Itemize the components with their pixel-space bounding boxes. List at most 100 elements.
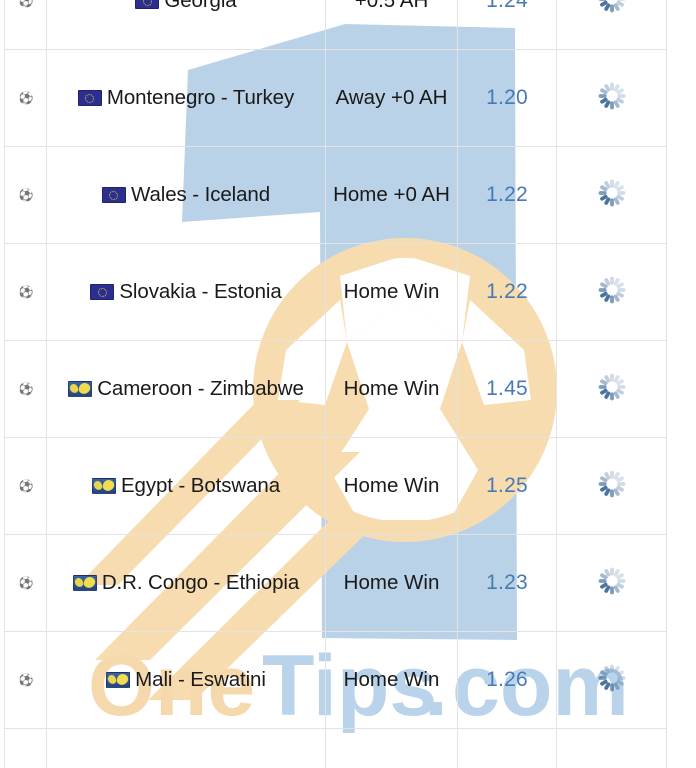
odds-value: 1.26 <box>486 668 528 691</box>
eu-flag-icon <box>90 284 115 301</box>
tip-cell: Home <box>325 728 458 768</box>
loading-spinner-icon <box>597 567 627 600</box>
odds-cell: 1.45 <box>457 340 557 438</box>
match-label: Georgia <box>164 0 237 13</box>
soccer-ball-icon: ⚽ <box>18 576 34 590</box>
soccer-ball-icon: ⚽ <box>18 673 34 687</box>
match-cell[interactable]: Egypt - Botswana <box>46 437 326 535</box>
table-row[interactable]: ⚽ Egypt - Botswana Home Win 1.25 <box>4 437 667 535</box>
status-cell <box>556 631 667 729</box>
odds-cell <box>457 728 557 768</box>
odds-cell: 1.22 <box>457 146 557 244</box>
loading-spinner-icon <box>597 0 627 18</box>
tip-cell: Away +0 AH <box>325 49 458 147</box>
sport-cell: ⚽ <box>4 437 47 535</box>
odds-value: 1.25 <box>486 474 528 497</box>
table-row[interactable]: ⚽ Wales - Iceland Home +0 AH 1.22 <box>4 146 667 244</box>
match-cell[interactable]: D.R. Congo - Ethiopia <box>46 534 326 632</box>
world-map-flag-icon <box>91 478 116 495</box>
loading-spinner-icon <box>597 82 627 115</box>
match-cell[interactable]: Wales - Iceland <box>46 146 326 244</box>
soccer-ball-icon: ⚽ <box>18 382 34 396</box>
odds-cell: 1.20 <box>457 49 557 147</box>
table-row[interactable]: ⚽ Slovakia - Estonia Home Win 1.22 <box>4 243 667 341</box>
tip-label: Home Win <box>343 570 440 594</box>
table-row[interactable]: ⚽South Africa - South Home <box>4 728 667 768</box>
odds-cell: 1.24 <box>457 0 557 50</box>
soccer-ball-icon: ⚽ <box>18 188 34 202</box>
match-cell[interactable]: Slovakia - Estonia <box>46 243 326 341</box>
tips-list-page: One Tips . com ⚽ Georgia +0.5 AH 1.24 ⚽ Monte… <box>0 0 696 768</box>
status-cell <box>556 49 667 147</box>
tip-label: Home Win <box>343 667 440 691</box>
table-row[interactable]: ⚽ D.R. Congo - Ethiopia Home Win 1.23 <box>4 534 667 632</box>
table-row[interactable]: ⚽ Montenegro - Turkey Away +0 AH 1.20 <box>4 49 667 147</box>
world-map-flag-icon <box>106 672 131 689</box>
sport-cell: ⚽ <box>4 340 47 438</box>
table-row[interactable]: ⚽ Georgia +0.5 AH 1.24 <box>4 0 667 50</box>
odds-value: 1.24 <box>486 0 528 12</box>
world-map-flag-icon <box>68 381 93 398</box>
world-map-flag-icon <box>72 575 97 592</box>
status-cell <box>556 243 667 341</box>
match-label: D.R. Congo - Ethiopia <box>101 571 300 595</box>
status-cell <box>556 146 667 244</box>
tip-label: Home +0 AH <box>333 182 450 206</box>
status-cell <box>556 0 667 50</box>
odds-cell: 1.26 <box>457 631 557 729</box>
sport-cell: ⚽ <box>4 534 47 632</box>
odds-value: 1.22 <box>486 183 528 206</box>
match-label: Egypt - Botswana <box>120 474 281 498</box>
odds-value: 1.23 <box>486 571 528 594</box>
sport-cell: ⚽ <box>4 0 47 50</box>
sport-cell: ⚽ <box>4 728 47 768</box>
match-label: Montenegro - Turkey <box>106 86 295 110</box>
odds-value: 1.45 <box>486 377 528 400</box>
tip-cell: Home Win <box>325 631 458 729</box>
loading-spinner-icon <box>597 276 627 309</box>
match-cell[interactable]: South Africa - South <box>46 728 326 768</box>
match-cell[interactable]: Georgia <box>46 0 326 50</box>
soccer-ball-icon: ⚽ <box>18 91 34 105</box>
match-label: Slovakia - Estonia <box>119 280 282 304</box>
tip-label: Away +0 AH <box>335 85 448 109</box>
table-row[interactable]: ⚽ Cameroon - Zimbabwe Home Win 1.45 <box>4 340 667 438</box>
tip-label: Home <box>364 765 419 768</box>
tip-label: Home Win <box>343 473 440 497</box>
match-label: Cameroon - Zimbabwe <box>97 377 304 401</box>
sport-cell: ⚽ <box>4 243 47 341</box>
status-cell <box>556 340 667 438</box>
tips-table: ⚽ Georgia +0.5 AH 1.24 ⚽ Montenegro - Turkey A… <box>4 0 667 768</box>
eu-flag-icon <box>135 0 160 10</box>
soccer-ball-icon: ⚽ <box>18 285 34 299</box>
tip-cell: Home Win <box>325 340 458 438</box>
odds-cell: 1.23 <box>457 534 557 632</box>
loading-spinner-icon <box>597 664 627 697</box>
match-cell[interactable]: Cameroon - Zimbabwe <box>46 340 326 438</box>
eu-flag-icon <box>77 90 102 107</box>
match-cell[interactable]: Montenegro - Turkey <box>46 49 326 147</box>
tip-label: Home Win <box>343 279 440 303</box>
tip-label: +0.5 AH <box>354 0 429 12</box>
sport-cell: ⚽ <box>4 631 47 729</box>
soccer-ball-icon: ⚽ <box>18 0 34 8</box>
status-cell <box>556 728 667 768</box>
tip-cell: Home +0 AH <box>325 146 458 244</box>
odds-value: 1.22 <box>486 280 528 303</box>
tip-cell: Home Win <box>325 243 458 341</box>
soccer-ball-icon: ⚽ <box>18 479 34 493</box>
match-label: Wales - Iceland <box>130 183 271 207</box>
tip-label: Home Win <box>343 376 440 400</box>
sport-cell: ⚽ <box>4 146 47 244</box>
odds-cell: 1.25 <box>457 437 557 535</box>
tip-cell: Home Win <box>325 534 458 632</box>
table-row[interactable]: ⚽ Mali - Eswatini Home Win 1.26 <box>4 631 667 729</box>
odds-value: 1.20 <box>486 86 528 109</box>
eu-flag-icon <box>101 187 126 204</box>
sport-cell: ⚽ <box>4 49 47 147</box>
match-cell[interactable]: Mali - Eswatini <box>46 631 326 729</box>
loading-spinner-icon <box>597 470 627 503</box>
tip-cell: +0.5 AH <box>325 0 458 50</box>
loading-spinner-icon <box>597 179 627 212</box>
loading-spinner-icon <box>597 373 627 406</box>
